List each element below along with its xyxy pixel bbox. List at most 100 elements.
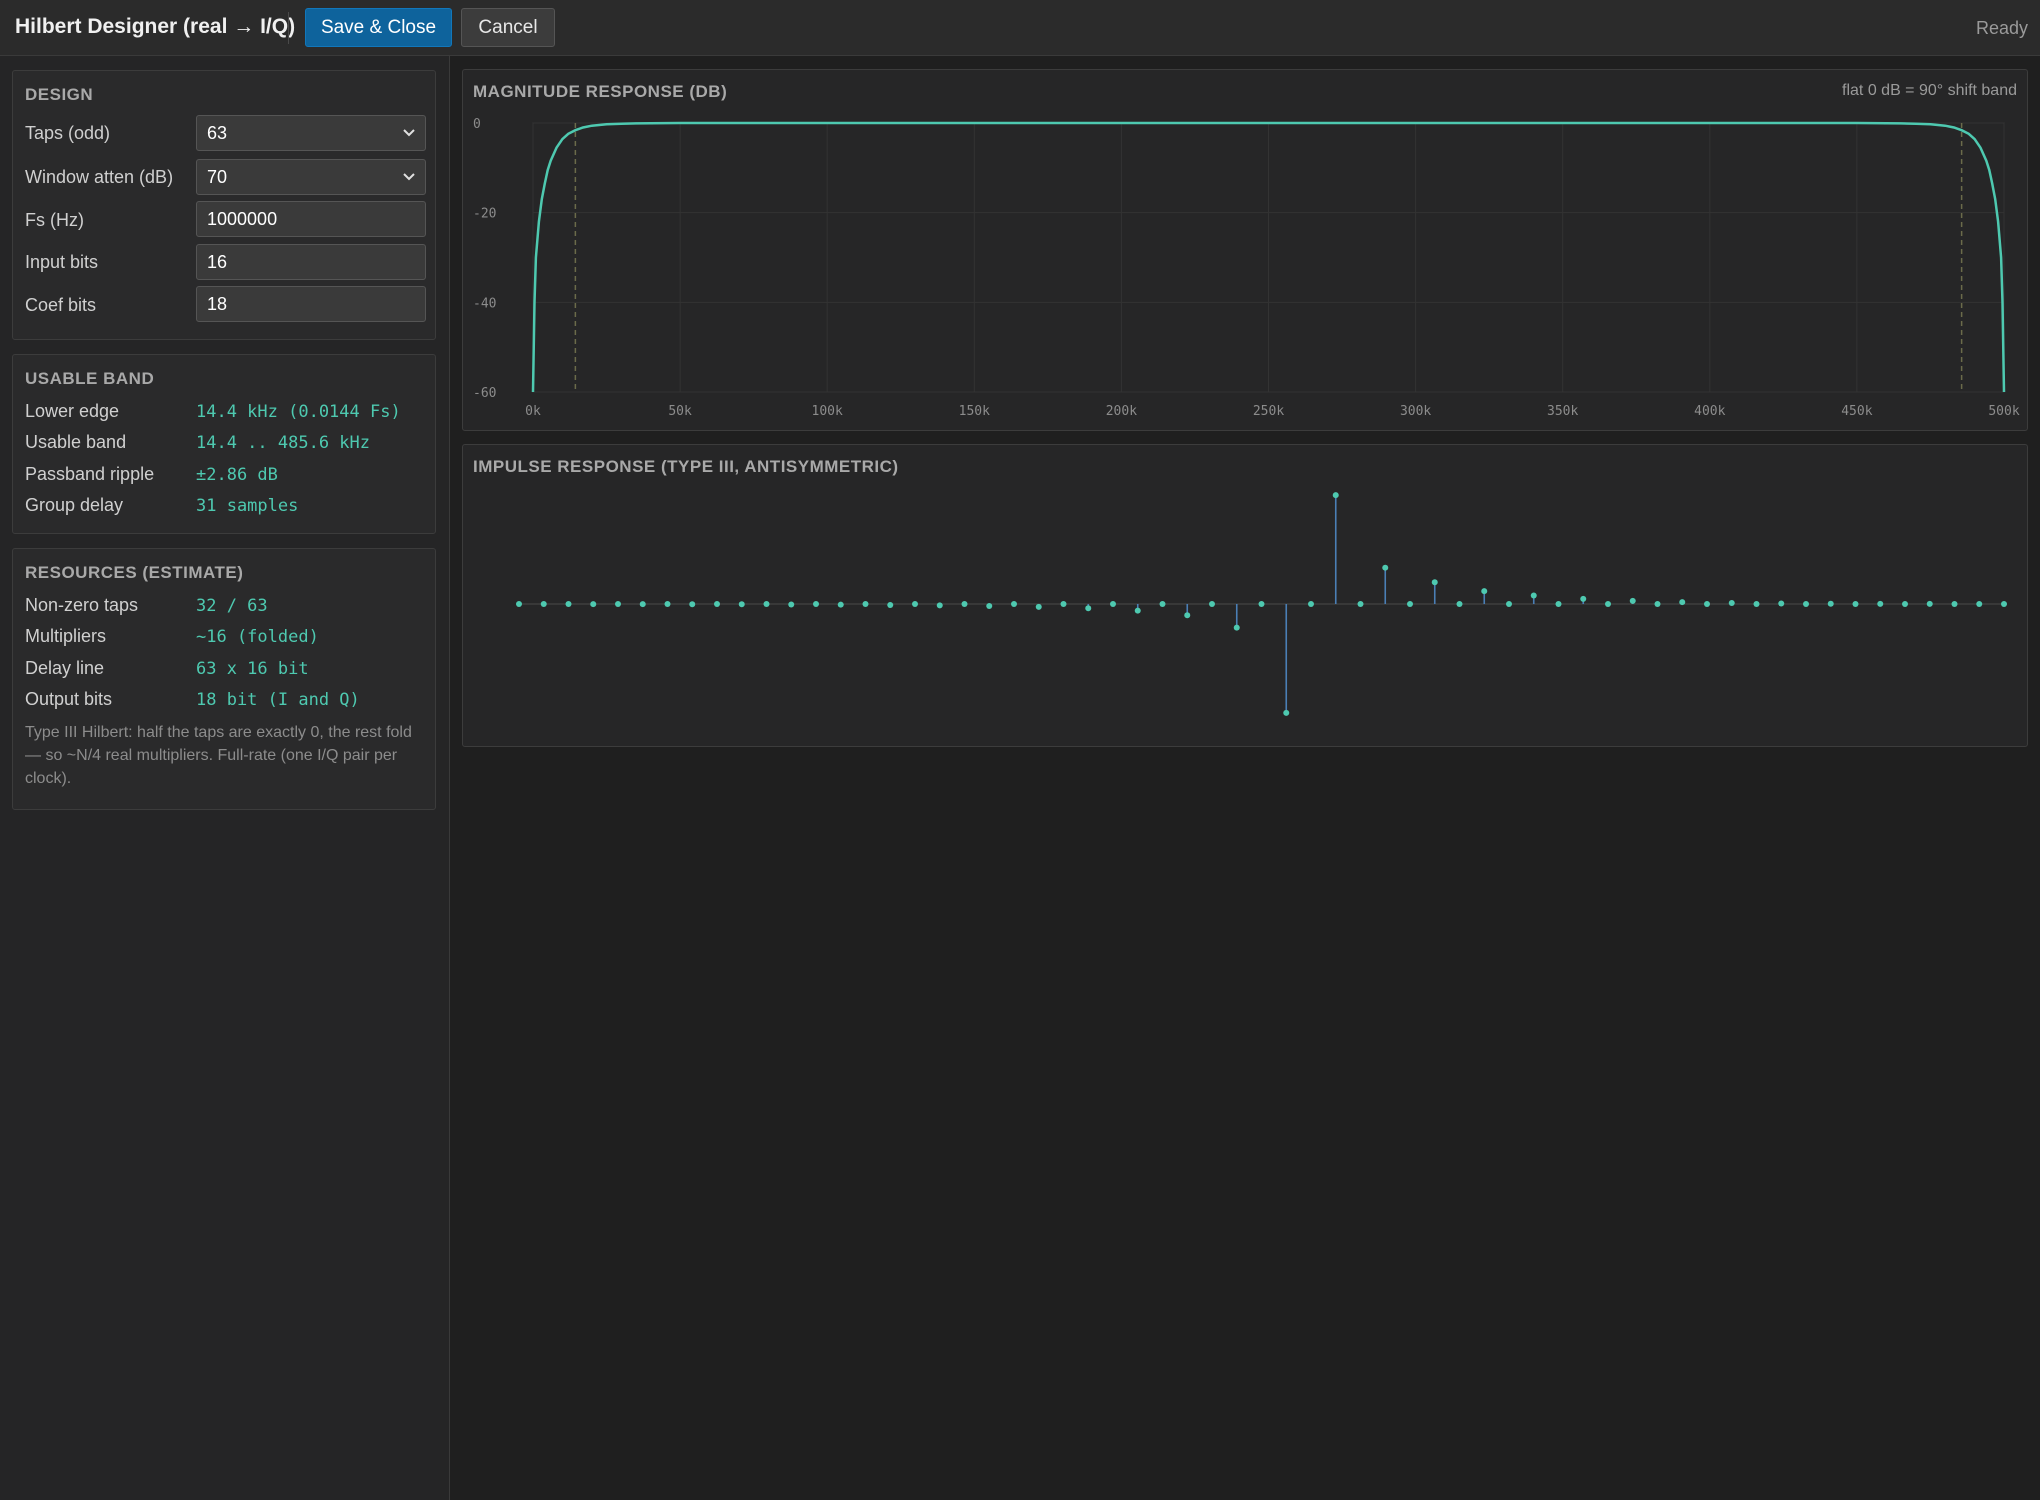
impulse-point bbox=[1580, 595, 1587, 602]
x-tick-label: 400k bbox=[1694, 404, 1725, 419]
usable-band-value: 14.4 .. 485.6 kHz bbox=[196, 433, 370, 453]
chevron-down-icon bbox=[403, 129, 415, 137]
impulse-point bbox=[837, 601, 844, 608]
impulse-point bbox=[1184, 612, 1191, 619]
impulse-point bbox=[1110, 601, 1116, 607]
impulse-point bbox=[912, 601, 918, 607]
lower-edge-value: 14.4 kHz (0.0144 Fs) bbox=[196, 402, 401, 422]
impulse-point bbox=[1555, 601, 1562, 607]
lower-edge-label: Lower edge bbox=[25, 401, 120, 421]
impulse-point bbox=[1728, 599, 1735, 606]
impulse-point bbox=[1209, 601, 1215, 607]
impulse-point bbox=[961, 601, 968, 607]
x-tick-label: 0k bbox=[525, 404, 541, 419]
impulse-point bbox=[1456, 601, 1463, 607]
impulse-point bbox=[986, 603, 993, 610]
impulse-chart-panel: IMPULSE RESPONSE (TYPE III, ANTISYMMETRI… bbox=[462, 444, 2028, 747]
impulse-point bbox=[1976, 600, 1983, 607]
impulse-point bbox=[1605, 601, 1611, 607]
input-bits-input[interactable] bbox=[196, 244, 426, 280]
impulse-point bbox=[1011, 601, 1017, 607]
toolbar: Hilbert Designer (real → I/Q) Save & Clo… bbox=[0, 0, 2040, 56]
cancel-button[interactable]: Cancel bbox=[461, 8, 555, 47]
chevron-down-icon bbox=[403, 173, 415, 181]
impulse-chart bbox=[516, 492, 2007, 716]
output-bits-label: Output bits bbox=[25, 689, 113, 709]
impulse-point bbox=[936, 602, 943, 609]
impulse-point bbox=[1407, 601, 1413, 607]
impulse-point bbox=[1481, 588, 1488, 595]
app-title: Hilbert Designer (real → I/Q) bbox=[15, 15, 296, 38]
passband-ripple-label: Passband ripple bbox=[25, 464, 155, 484]
impulse-point bbox=[1877, 600, 1884, 607]
nonzero-taps-value: 32 / 63 bbox=[196, 596, 268, 616]
group-delay-value: 31 samples bbox=[196, 496, 299, 516]
y-tick-label: -20 bbox=[473, 207, 496, 222]
impulse-point bbox=[615, 601, 621, 607]
impulse-point bbox=[540, 601, 547, 608]
impulse-point bbox=[1926, 600, 1933, 607]
x-tick-label: 200k bbox=[1106, 404, 1137, 419]
impulse-point bbox=[1431, 579, 1438, 586]
design-panel: DESIGN Taps (odd) 63 Window atten (dB) 7… bbox=[12, 70, 436, 340]
fs-input[interactable] bbox=[196, 201, 426, 237]
resources-panel: RESOURCES (ESTIMATE) Non-zero taps 32 / … bbox=[12, 548, 436, 810]
output-bits-value: 18 bit (I and Q) bbox=[196, 690, 360, 710]
impulse-point bbox=[1629, 597, 1636, 604]
usable-band-label: Usable band bbox=[25, 432, 127, 452]
impulse-point bbox=[590, 601, 597, 608]
impulse-point bbox=[887, 601, 894, 608]
coef-bits-input[interactable] bbox=[196, 286, 426, 322]
impulse-point bbox=[1803, 601, 1809, 607]
taps-select-value: 63 bbox=[207, 122, 228, 143]
impulse-point bbox=[1778, 600, 1785, 607]
impulse-point bbox=[1357, 601, 1364, 607]
impulse-point bbox=[714, 601, 720, 607]
passband-ripple-value: ±2.86 dB bbox=[196, 465, 278, 485]
impulse-point bbox=[689, 601, 696, 608]
delay-line-value: 63 x 16 bit bbox=[196, 659, 309, 679]
toolbar-divider bbox=[288, 12, 289, 44]
y-tick-label: -40 bbox=[473, 296, 496, 311]
magnitude-chart-panel: MAGNITUDE RESPONSE (DB) flat 0 dB = 90° … bbox=[462, 69, 2028, 431]
delay-line-label: Delay line bbox=[25, 658, 105, 678]
y-tick-label: 0 bbox=[473, 117, 481, 132]
save-close-button[interactable]: Save & Close bbox=[305, 8, 452, 47]
impulse-point bbox=[1704, 601, 1710, 607]
group-delay-label: Group delay bbox=[25, 495, 124, 515]
window-atten-select[interactable]: 70 bbox=[196, 159, 426, 195]
x-tick-label: 300k bbox=[1400, 404, 1431, 419]
impulse-point bbox=[862, 601, 869, 607]
impulse-point bbox=[1258, 601, 1265, 607]
x-tick-label: 450k bbox=[1841, 404, 1872, 419]
impulse-point bbox=[1827, 600, 1834, 607]
taps-select[interactable]: 63 bbox=[196, 115, 426, 151]
x-tick-label: 250k bbox=[1253, 404, 1284, 419]
impulse-point bbox=[1085, 605, 1092, 612]
x-tick-label: 500k bbox=[1988, 404, 2019, 419]
usable-band-panel: USABLE BAND Lower edge 14.4 kHz (0.0144 … bbox=[12, 354, 436, 534]
x-tick-label: 100k bbox=[812, 404, 843, 419]
impulse-point bbox=[1852, 601, 1859, 607]
status-text: Ready bbox=[1975, 18, 2028, 38]
coef-bits-label: Coef bits bbox=[25, 295, 97, 315]
impulse-point bbox=[738, 601, 745, 608]
impulse-point bbox=[1382, 564, 1389, 571]
impulse-point bbox=[1530, 592, 1537, 599]
impulse-point bbox=[1134, 607, 1141, 614]
multipliers-value: ~16 (folded) bbox=[196, 627, 319, 647]
window-atten-select-value: 70 bbox=[207, 166, 228, 187]
impulse-point bbox=[1283, 709, 1290, 716]
magnitude-chart: 0k 50k 100k 150k 200k 250k 300k 350k 400k 450k 500… bbox=[473, 117, 2020, 419]
input-bits-label: Input bits bbox=[25, 252, 99, 272]
impulse-point bbox=[1332, 492, 1339, 499]
impulse-point bbox=[1233, 624, 1240, 631]
impulse-point bbox=[813, 601, 819, 607]
impulse-point bbox=[1654, 601, 1661, 607]
multipliers-label: Multipliers bbox=[25, 626, 107, 646]
impulse-point bbox=[664, 601, 671, 607]
impulse-point bbox=[1753, 601, 1760, 607]
design-panel-title: DESIGN bbox=[25, 85, 94, 104]
impulse-point bbox=[1951, 601, 1958, 607]
x-tick-label: 50k bbox=[668, 404, 692, 419]
